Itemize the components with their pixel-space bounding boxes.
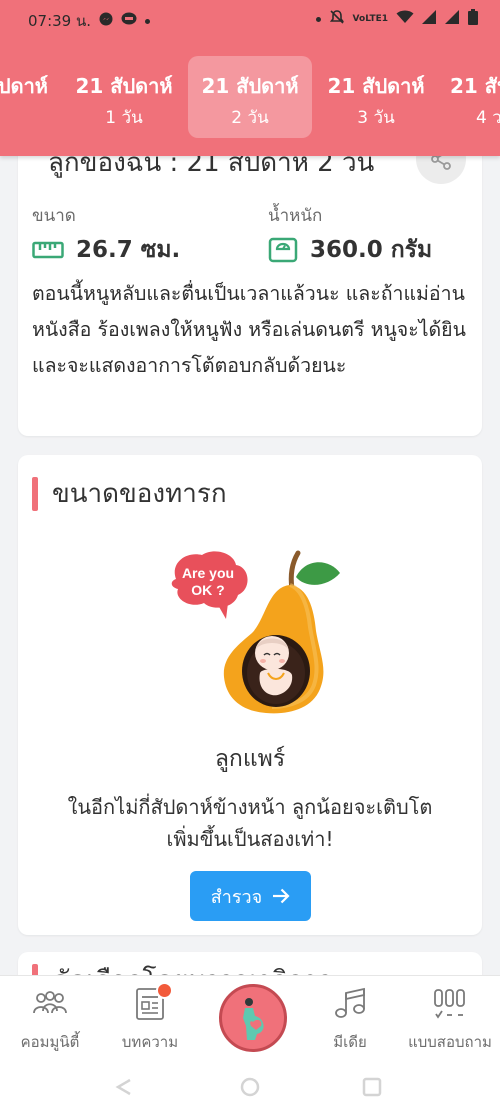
nav-articles-label: บทความ [121,1033,179,1051]
bubble-line-1: Are you [182,565,234,581]
tab-day-2-selected[interactable]: 21 สัปดาห์ 2 วัน [188,56,312,138]
week-day-tabs: ปดาห์ 21 สัปดาห์ 1 วัน 21 สัปดาห์ 2 วัน … [0,56,500,138]
tab-day-1[interactable]: 21 สัปดาห์ 1 วัน [62,56,186,138]
weight-value: 360.0 กรัม [310,237,433,263]
bubble-line-2: OK ? [191,582,224,598]
tab-day-label: 4 ว [476,108,500,128]
nav-community-label: คอมมูนิตี้ [20,1033,80,1051]
pregnant-woman-icon [243,998,264,1040]
tab-week-label: 21 สัปดาห์ [201,74,299,98]
tab-day-label: 2 วัน [231,108,269,128]
articles-notification-badge [156,982,173,999]
line-app-icon [121,12,137,30]
status-bar: 07:39 น. VoLTE1 [0,0,500,36]
tab-day-4[interactable]: 21 สัป 4 ว [440,56,500,138]
community-icon [33,991,67,1014]
scale-icon [268,237,298,263]
signal-icon-2 [445,10,460,28]
nav-community[interactable]: คอมมูนิตี้ [0,986,100,1054]
nav-quiz[interactable]: แบบสอบถาม [400,986,500,1054]
section-title: ขนาดของทารก [52,479,227,509]
recents-gesture-icon [362,1077,382,1097]
section-header: ขนาดของทารก [32,473,227,514]
status-time: 07:39 น. [28,12,92,30]
weight-stat: 360.0 กรัม [268,232,432,268]
music-note-icon [335,987,365,1018]
tab-week-label: 21 สัป [450,74,500,98]
baby-description: ตอนนี้หนูหลับและตื่นเป็นเวลาแล้วนะ และถ้… [32,282,466,377]
section-accent-bar [32,476,38,511]
explore-button[interactable]: สำรวจ [190,871,311,921]
wifi-icon [396,10,414,28]
pregnancy-home-button[interactable] [219,984,287,1052]
status-dot [315,16,321,22]
weight-label: น้ำหนัก [268,206,323,226]
system-gesture-bar [115,1077,382,1097]
volte-icon: VoLTE1 [352,13,388,24]
nav-media-label: มีเดีย [333,1033,367,1051]
messenger-icon [99,12,113,30]
top-header: 07:39 น. VoLTE1 ปดาห์ 21 สัปดาห์ 1 วัน 2… [0,0,500,156]
nav-quiz-label: แบบสอบถาม [408,1033,492,1051]
home-gesture-icon [240,1077,260,1097]
fruit-description: ในอีกไม่กี่สัปดาห์ข้างหน้า ลูกน้อยจะเติบ… [38,791,462,855]
size-label: ขนาด [32,206,76,226]
battery-icon [468,9,478,29]
fruit-desc-line-1: ในอีกไม่กี่สัปดาห์ข้างหน้า ลูกน้อยจะเติบ… [67,795,433,819]
tab-week-label: 21 สัปดาห์ [327,74,425,98]
tab-day-label: 3 วัน [357,108,395,128]
tab-day-label: 1 วัน [105,108,143,128]
signal-icon [422,10,437,28]
tab-week-label: ปดาห์ [0,74,48,98]
nav-media[interactable]: มีเดีย [300,986,400,1054]
ruler-icon [32,241,64,259]
baby-size-card: ขนาดของทารก Are you OK ? ลูกแพร์ ในอีกไม… [18,455,482,935]
fruit-desc-line-2: เพิ่มขึ้นเป็นสองเท่า! [166,827,334,851]
explore-button-label: สำรวจ [210,886,263,908]
nav-articles[interactable]: บทความ [100,982,200,1054]
bottom-navigation: คอมมูนิตี้ บทความ มีเดีย แบบสอบถาม [0,975,500,1112]
baby-info-card: ลูกของฉัน : 21 สัปดาห์ 2 วัน ขนาด 26.7 ซ… [18,120,482,436]
back-gesture-icon [115,1078,131,1096]
pear-illustration: Are you OK ? [168,549,346,717]
size-stat: 26.7 ซม. [32,232,180,268]
tab-week-label: 21 สัปดาห์ [75,74,173,98]
fruit-name: ลูกแพร์ [214,746,286,772]
tab-day-0[interactable]: ปดาห์ [0,56,58,138]
poll-icon [434,989,465,1019]
tab-day-3[interactable]: 21 สัปดาห์ 3 วัน [314,56,438,138]
size-value: 26.7 ซม. [76,237,181,263]
notification-dot [145,18,151,24]
arrow-right-icon [273,888,290,904]
mute-icon [329,9,345,29]
